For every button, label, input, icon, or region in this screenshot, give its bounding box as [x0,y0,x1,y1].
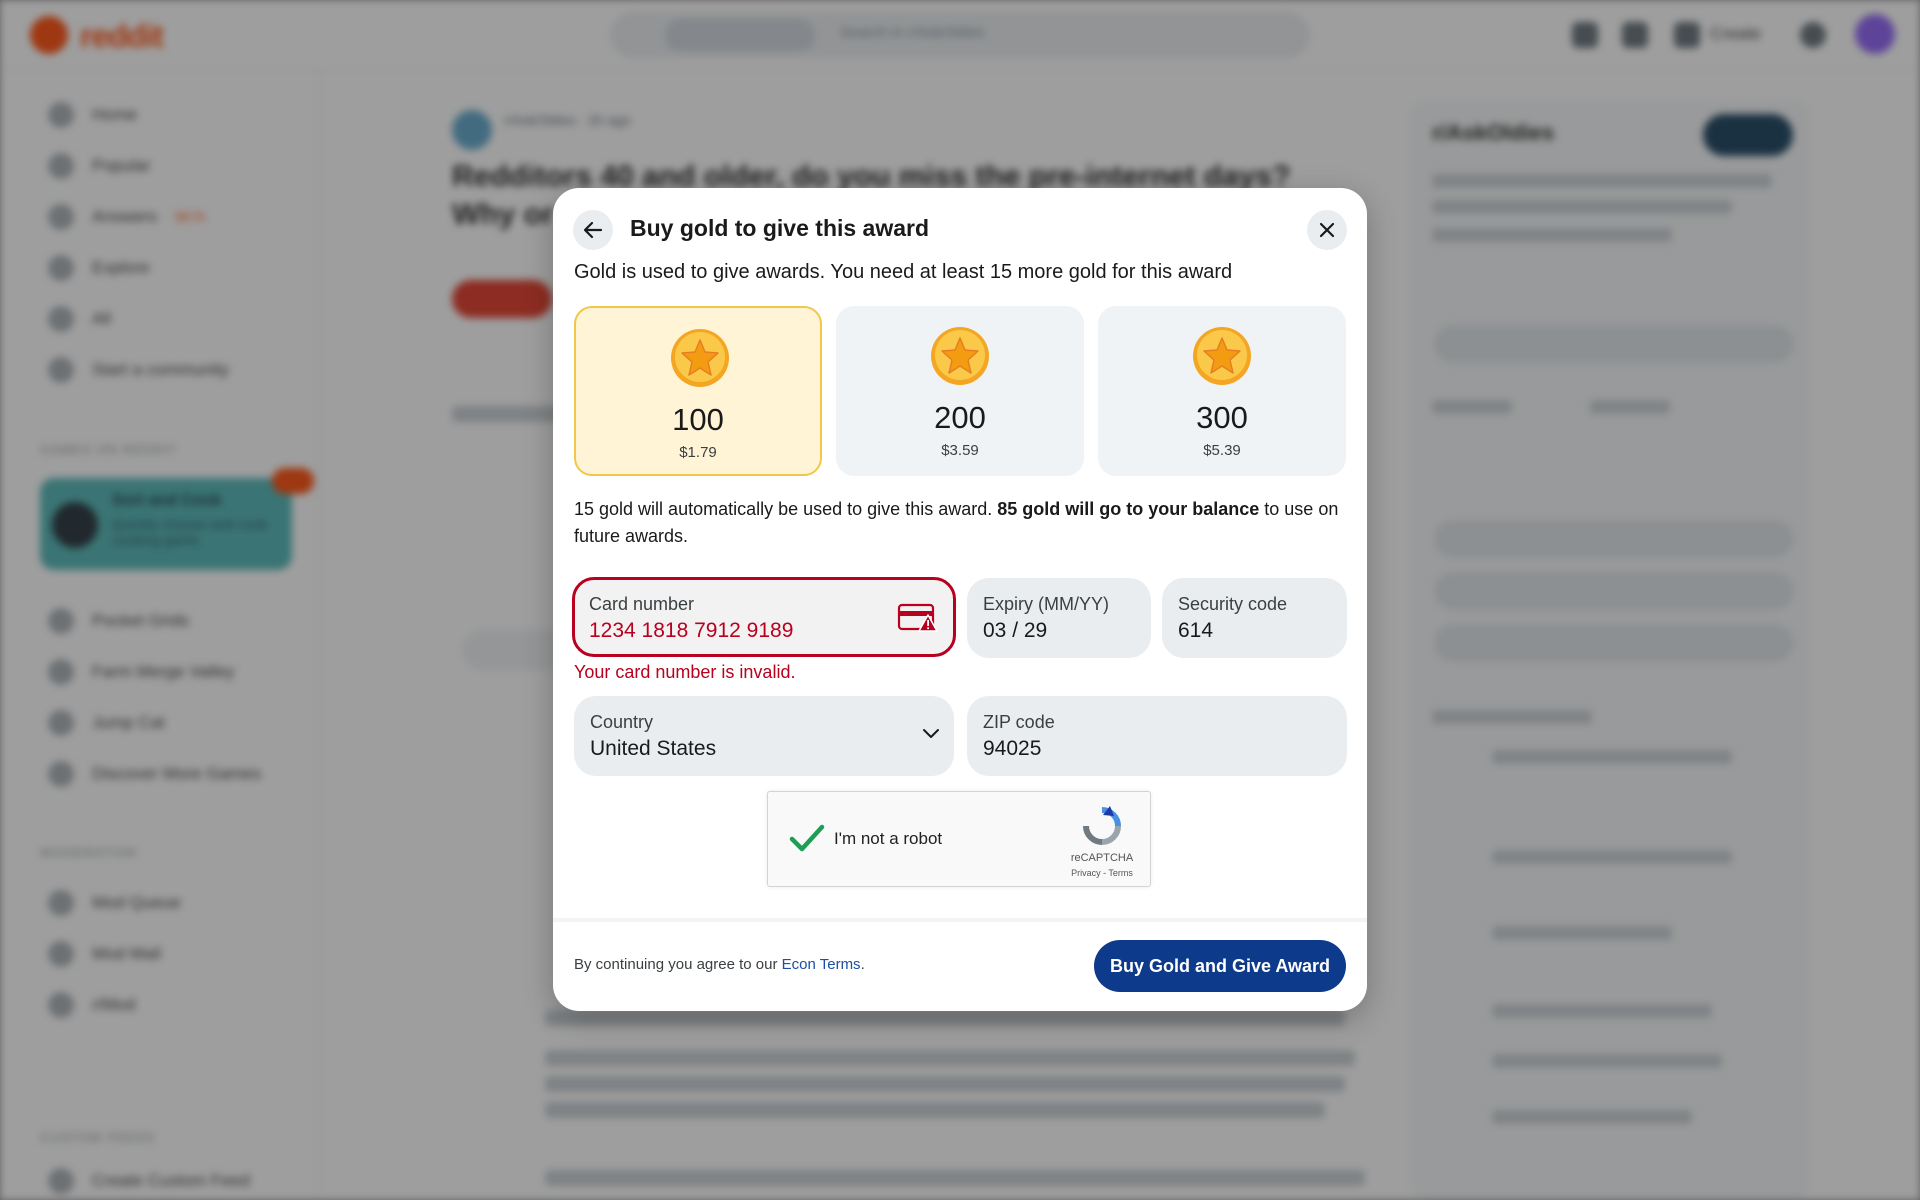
card-number-value: 1234 1818 7912 9189 [589,619,794,642]
terms-suffix: . [860,956,865,973]
gold-star-icon [1193,327,1251,385]
country-value: United States [590,737,717,760]
recaptcha-links[interactable]: Privacy - Terms [1064,868,1140,878]
footer-divider [553,918,1367,922]
balance-note-bold: 85 gold will go to your balance [997,499,1260,519]
terms-prefix: By continuing you agree to our [574,956,782,973]
recaptcha-logo-icon [1083,806,1121,845]
dialog-title: Buy gold to give this award [630,215,930,241]
expiry-value: 03 / 29 [983,619,1048,642]
gold-price: $1.79 [679,444,717,461]
econ-terms-link[interactable]: Econ Terms [782,956,861,973]
checkmark-icon[interactable] [788,820,826,858]
gold-price: $3.59 [941,442,979,459]
security-code-field[interactable]: Security code 614 [1162,578,1347,658]
recaptcha-brand: reCAPTCHA [1070,852,1134,864]
expiry-label: Expiry (MM/YY) [983,594,1109,614]
dialog-subtitle: Gold is used to give awards. You need at… [574,261,1233,283]
card-error-icon [897,603,938,632]
zip-code-field[interactable]: ZIP code 94025 [967,696,1347,776]
country-select[interactable]: Country United States [574,696,954,776]
expiry-field[interactable]: Expiry (MM/YY) 03 / 29 [967,578,1151,658]
gold-option-100[interactable]: 100 $1.79 [574,306,822,476]
buy-gold-dialog: Buy gold to give this award Gold is used… [553,188,1367,1011]
balance-note-text: 15 gold will automatically be used to gi… [574,499,998,519]
balance-note: 15 gold will automatically be used to gi… [574,496,1354,550]
close-button[interactable] [1307,210,1347,250]
terms-text: By continuing you agree to our Econ Term… [574,956,865,973]
gold-amount: 100 [672,402,724,437]
zip-code-label: ZIP code [983,712,1055,732]
gold-option-200[interactable]: 200 $3.59 [836,306,1084,476]
back-button[interactable] [573,210,613,250]
gold-star-icon [931,327,989,385]
gold-star-icon [671,329,729,387]
chevron-down-icon [923,729,939,738]
security-code-label: Security code [1178,594,1288,614]
zip-code-value: 94025 [983,737,1042,760]
security-code-value: 614 [1178,619,1214,642]
card-number-field[interactable]: Card number 1234 1818 7912 9189 [572,577,956,657]
card-error-message: Your card number is invalid. [574,662,796,682]
card-number-label: Card number [589,594,695,614]
country-label: Country [590,712,654,732]
recaptcha-widget: I'm not a robot reCAPTCHA Privacy - Term… [767,791,1151,887]
close-icon [1319,222,1335,238]
arrow-left-icon [583,221,603,239]
buy-gold-button[interactable]: Buy Gold and Give Award [1094,940,1346,992]
gold-price: $5.39 [1203,442,1241,459]
gold-option-300[interactable]: 300 $5.39 [1098,306,1346,476]
recaptcha-label: I'm not a robot [834,829,943,848]
gold-amount: 200 [934,400,986,435]
gold-amount: 300 [1196,400,1248,435]
